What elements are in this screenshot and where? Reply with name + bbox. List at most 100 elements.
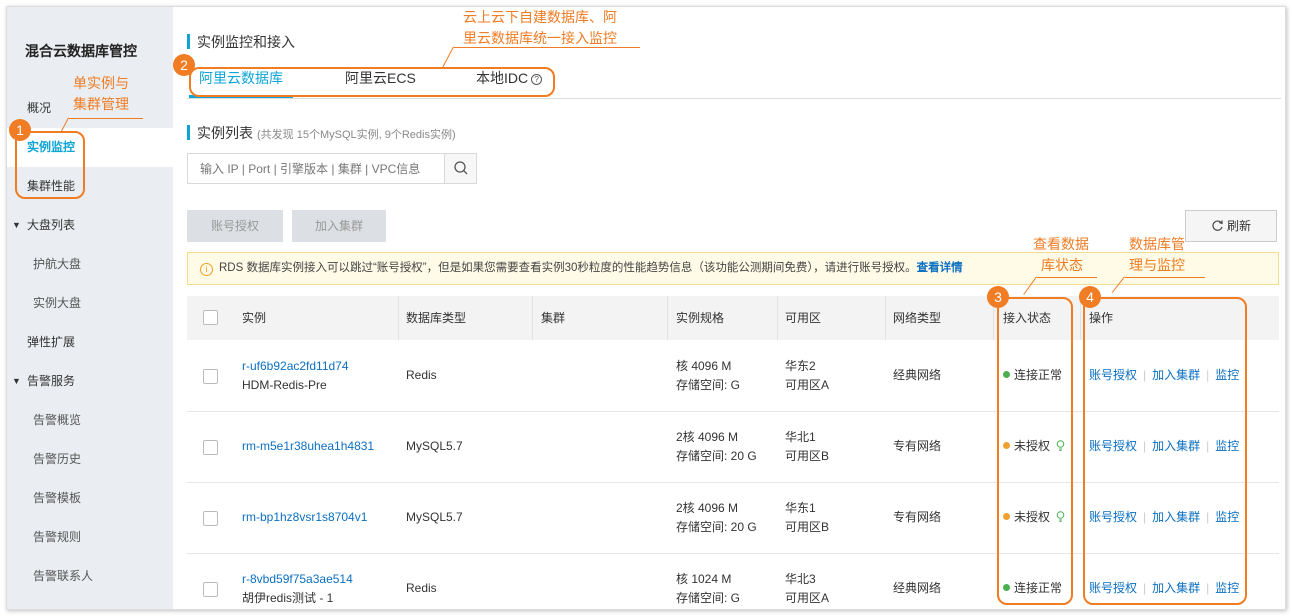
sidebar-item-label: 告警联系人 xyxy=(33,569,94,583)
instance-id-link[interactable]: rm-bp1hz8vsr1s8704v1 xyxy=(242,508,367,527)
db-type-cell: MySQL5.7 xyxy=(406,439,463,453)
zone-cell: 华北3 可用区A xyxy=(785,570,829,608)
availability-zone: 可用区B xyxy=(785,520,830,534)
column-divider xyxy=(532,296,533,340)
column-divider xyxy=(667,296,668,340)
sidebar-item-label: 告警服务 xyxy=(27,374,76,388)
sidebar-item-elastic-scaling[interactable]: 弹性扩展 xyxy=(7,323,173,362)
notice-details-link[interactable]: 查看详情 xyxy=(917,262,963,274)
section-subtitle: (共发现 15个MySQL实例, 9个Redis实例) xyxy=(257,129,456,141)
spec-cell: 核 1024 M 存储空间: G xyxy=(676,570,740,608)
annotation-text-line: 云上云下自建数据库、阿 xyxy=(463,9,617,25)
instance-id-link[interactable]: r-8vbd59f75a3ae514 xyxy=(242,570,353,589)
sidebar-group-dashboards[interactable]: ▼ 大盘列表 xyxy=(7,206,173,245)
sidebar-item-label: 告警规则 xyxy=(33,530,82,544)
instance-name: HDM-Redis-Pre xyxy=(242,378,327,392)
sidebar-group-alerts[interactable]: ▼ 告警服务 xyxy=(7,362,173,401)
column-divider xyxy=(777,296,778,340)
column-divider xyxy=(885,296,886,340)
column-header-instance[interactable]: 实例 xyxy=(242,296,266,340)
annotation-box-3 xyxy=(997,297,1073,605)
spec-cpu-memory: 核 1024 M xyxy=(676,572,732,586)
instance-cell: r-8vbd59f75a3ae514 胡伊redis测试 - 1 xyxy=(242,570,353,608)
tabs-divider xyxy=(187,98,1281,99)
network-cell: 专有网络 xyxy=(893,439,942,453)
column-divider xyxy=(398,296,399,340)
sidebar-item-instance-dashboard[interactable]: 实例大盘 xyxy=(7,284,173,323)
availability-zone: 可用区A xyxy=(785,378,830,392)
instance-cell: rm-bp1hz8vsr1s8704v1 xyxy=(242,508,367,527)
db-type-cell: Redis xyxy=(406,368,437,382)
annotation-leader-line xyxy=(454,47,640,48)
search-box xyxy=(187,153,477,184)
annotation-text-line: 库状态 xyxy=(1041,257,1083,273)
sidebar-item-alert-history[interactable]: 告警历史 xyxy=(7,440,173,479)
network-cell: 专有网络 xyxy=(893,510,942,524)
app-window: 混合云数据库管控 概况 实例监控 集群性能 ▼ 大盘列表 护航大盘 实例大盘 弹性… xyxy=(6,6,1286,610)
column-header-cluster[interactable]: 集群 xyxy=(541,296,565,340)
column-header-db-type[interactable]: 数据库类型 xyxy=(406,296,466,340)
sidebar-item-label: 弹性扩展 xyxy=(27,335,76,349)
column-header-zone[interactable]: 可用区 xyxy=(785,296,821,340)
spec-cpu-memory: 2核 4096 M xyxy=(676,430,739,444)
spec-cell: 核 4096 M 存储空间: G xyxy=(676,357,740,395)
select-all-checkbox[interactable] xyxy=(203,310,218,325)
spec-storage: 存储空间: G xyxy=(676,378,741,392)
spec-storage: 存储空间: G xyxy=(676,591,741,605)
annotation-box-2 xyxy=(189,67,555,97)
annotation-badge-1: 1 xyxy=(9,119,31,141)
row-checkbox[interactable] xyxy=(203,369,218,384)
sidebar-item-label: 实例大盘 xyxy=(33,296,82,310)
refresh-label: 刷新 xyxy=(1226,219,1251,233)
search-button[interactable] xyxy=(444,154,476,183)
spec-storage: 存储空间: 20 G xyxy=(676,449,757,463)
zone-cell: 华北1 可用区B xyxy=(785,428,829,466)
annotation-text-line: 里云数据库统一接入监控 xyxy=(463,30,617,46)
section-title-text: 实例列表 xyxy=(197,125,253,141)
sidebar-item-label: 告警概览 xyxy=(33,413,82,427)
caret-down-icon: ▼ xyxy=(12,220,21,230)
column-header-spec[interactable]: 实例规格 xyxy=(676,296,724,340)
annotation-leader-line xyxy=(69,118,143,119)
search-input[interactable] xyxy=(188,154,438,183)
sidebar-item-alert-templates[interactable]: 告警模板 xyxy=(7,479,173,518)
annotation-box-4 xyxy=(1083,297,1247,605)
sidebar-item-alert-contacts[interactable]: 告警联系人 xyxy=(7,557,173,596)
zone-cell: 华东2 可用区A xyxy=(785,357,829,395)
network-cell: 经典网络 xyxy=(893,368,942,382)
annotation-badge-3: 3 xyxy=(987,286,1009,308)
row-checkbox[interactable] xyxy=(203,440,218,455)
section-title: 实例列表 (共发现 15个MySQL实例, 9个Redis实例) xyxy=(197,123,456,143)
authorize-button[interactable]: 账号授权 xyxy=(187,210,283,242)
column-header-network[interactable]: 网络类型 xyxy=(893,296,941,340)
region: 华北3 xyxy=(785,572,816,586)
annotation-text-line: 查看数据 xyxy=(1033,236,1089,252)
instance-cell: r-uf6b92ac2fd11d74 HDM-Redis-Pre xyxy=(242,357,349,395)
sidebar-title: 混合云数据库管控 xyxy=(25,43,137,59)
annotation-text-line: 理与监控 xyxy=(1129,257,1185,273)
page-title: 实例监控和接入 xyxy=(197,34,295,50)
annotation-text-line: 单实例与 xyxy=(73,75,129,91)
annotation-leader-line xyxy=(1037,277,1097,278)
sidebar-item-alert-rules[interactable]: 告警规则 xyxy=(7,518,173,557)
instance-id-link[interactable]: r-uf6b92ac2fd11d74 xyxy=(242,357,349,376)
spec-cell: 2核 4096 M 存储空间: 20 G xyxy=(676,499,757,537)
annotation-text-2: 云上云下自建数据库、阿 里云数据库统一接入监控 xyxy=(463,7,617,49)
sidebar-item-label: 告警历史 xyxy=(33,452,82,466)
spec-cell: 2核 4096 M 存储空间: 20 G xyxy=(676,428,757,466)
refresh-button[interactable]: 刷新 xyxy=(1185,210,1277,242)
sidebar-item-label: 告警模板 xyxy=(33,491,82,505)
instance-id-link[interactable]: rm-m5e1r38uhea1h4831 xyxy=(242,437,374,456)
sidebar-item-alert-overview[interactable]: 告警概览 xyxy=(7,401,173,440)
availability-zone: 可用区B xyxy=(785,449,830,463)
availability-zone: 可用区A xyxy=(785,591,830,605)
sidebar-item-escort-dashboard[interactable]: 护航大盘 xyxy=(7,245,173,284)
network-cell: 经典网络 xyxy=(893,581,942,595)
row-checkbox[interactable] xyxy=(203,511,218,526)
add-cluster-button[interactable]: 加入集群 xyxy=(292,210,386,242)
region: 华东1 xyxy=(785,501,816,515)
annotation-text-4: 数据库管 理与监控 xyxy=(1129,234,1185,276)
row-checkbox[interactable] xyxy=(203,582,218,597)
search-icon xyxy=(454,161,468,175)
zone-cell: 华东1 可用区B xyxy=(785,499,829,537)
